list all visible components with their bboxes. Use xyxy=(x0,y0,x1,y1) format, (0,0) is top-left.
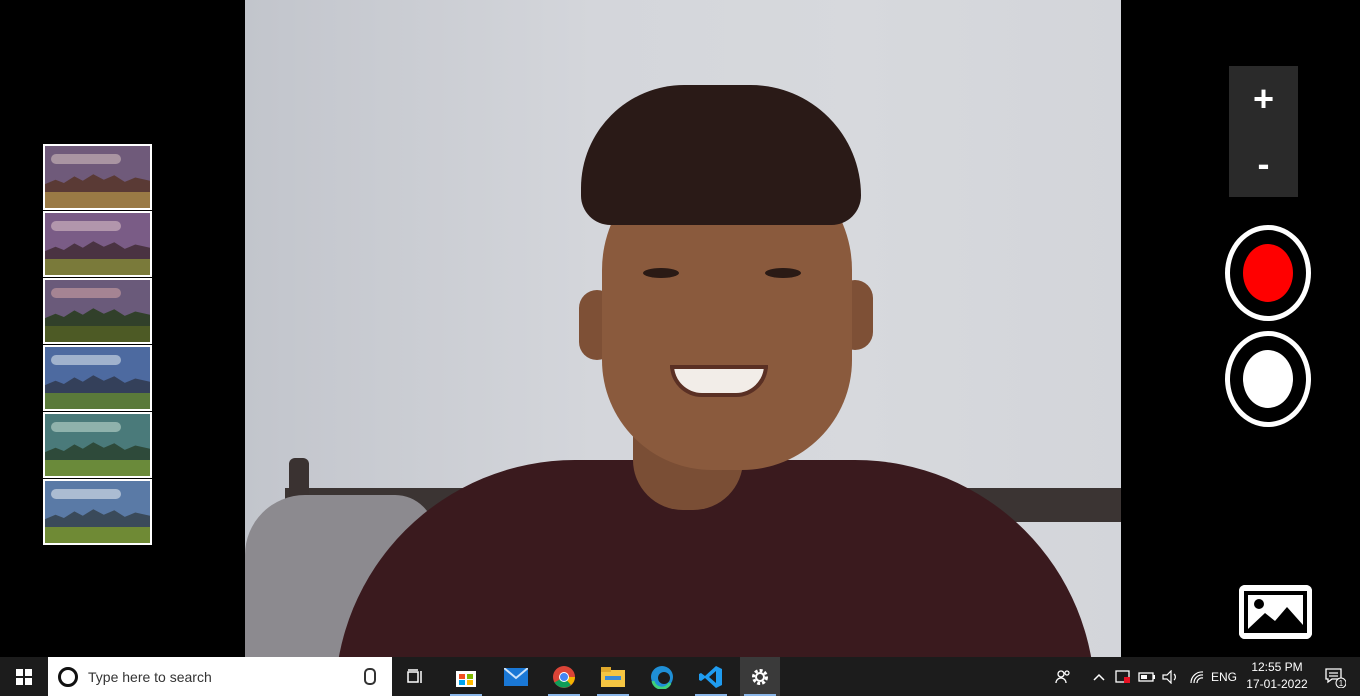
volume-button[interactable] xyxy=(1160,657,1182,696)
image-icon xyxy=(1239,585,1312,639)
mail-icon xyxy=(504,667,528,686)
battery-button[interactable] xyxy=(1136,657,1158,696)
store-icon xyxy=(456,670,476,687)
folder-icon xyxy=(601,666,625,687)
taskbar-app-store[interactable] xyxy=(446,657,486,696)
people-button[interactable] xyxy=(1052,657,1074,696)
speaker-icon xyxy=(1162,669,1176,684)
vscode-icon xyxy=(699,665,722,688)
shutter-icon xyxy=(1239,346,1297,412)
windows-icon xyxy=(16,668,32,685)
filter-strip xyxy=(43,144,152,546)
gallery-button[interactable] xyxy=(1239,585,1312,639)
defender-icon xyxy=(1115,669,1130,683)
taskbar-app-vscode[interactable] xyxy=(691,657,731,696)
record-icon xyxy=(1239,240,1297,306)
wifi-icon xyxy=(1190,670,1204,683)
taskbar-app-settings[interactable] xyxy=(740,657,780,696)
edge-icon xyxy=(651,665,673,689)
microphone-icon[interactable] xyxy=(364,668,376,685)
chevron-up-icon xyxy=(1093,673,1105,681)
tray-security-button[interactable] xyxy=(1112,657,1134,696)
filter-thumbnail-5[interactable] xyxy=(43,412,152,478)
taskbar-app-mail[interactable] xyxy=(496,657,536,696)
zoom-in-button[interactable]: + xyxy=(1229,66,1298,131)
battery-icon xyxy=(1138,671,1155,682)
action-center-button[interactable]: 1 xyxy=(1320,657,1350,696)
notification-count: 1 xyxy=(1339,679,1344,688)
filter-thumbnail-4[interactable] xyxy=(43,345,152,411)
taskbar-search-box[interactable]: Type here to search xyxy=(48,657,392,696)
notification-icon: 1 xyxy=(1325,667,1346,688)
network-button[interactable] xyxy=(1186,657,1208,696)
task-view-button[interactable] xyxy=(397,657,435,696)
clock-time: 12:55 PM xyxy=(1251,660,1303,674)
cortana-icon xyxy=(58,666,78,687)
input-language[interactable]: ENG xyxy=(1210,657,1238,696)
zoom-controls: + - xyxy=(1229,66,1298,197)
filter-thumbnail-2[interactable] xyxy=(43,211,152,277)
chrome-icon xyxy=(553,665,575,688)
filter-thumbnail-6[interactable] xyxy=(43,479,152,545)
task-view-icon xyxy=(407,668,422,683)
filter-thumbnail-3[interactable] xyxy=(43,278,152,344)
search-placeholder: Type here to search xyxy=(88,668,212,685)
system-clock[interactable]: 12:55 PM 17-01-2022 xyxy=(1244,659,1310,693)
record-button[interactable] xyxy=(1225,225,1311,321)
person-eye-left xyxy=(643,268,679,278)
start-button[interactable] xyxy=(0,657,48,696)
taskbar-app-file-explorer[interactable] xyxy=(593,657,633,696)
filter-thumbnail-1[interactable] xyxy=(43,144,152,210)
taskbar-app-chrome[interactable] xyxy=(544,657,584,696)
people-icon xyxy=(1055,669,1070,683)
taskbar-app-edge[interactable] xyxy=(642,657,682,696)
gear-icon xyxy=(752,668,768,685)
camera-feed xyxy=(245,0,1121,657)
zoom-out-button[interactable]: - xyxy=(1229,131,1298,196)
clock-date: 17-01-2022 xyxy=(1246,677,1308,691)
show-hidden-icons-button[interactable] xyxy=(1089,657,1109,696)
person-eye-right xyxy=(765,268,801,278)
capture-button[interactable] xyxy=(1225,331,1311,427)
